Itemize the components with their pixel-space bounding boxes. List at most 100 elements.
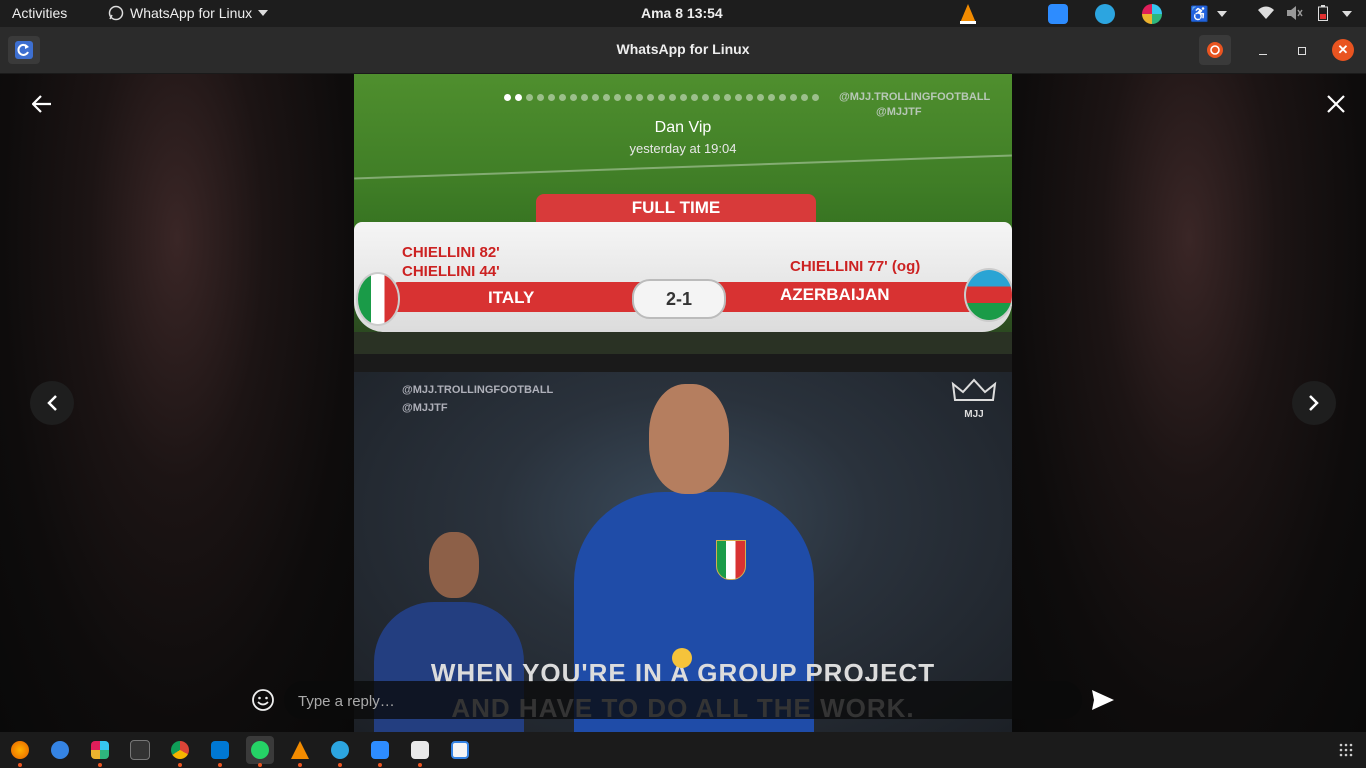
window-title-bar: WhatsApp for Linux ✕ (0, 27, 1366, 74)
progress-segment (614, 94, 621, 101)
running-indicator (258, 763, 262, 767)
next-status-button[interactable] (1292, 381, 1336, 425)
previous-status-button[interactable] (30, 381, 74, 425)
zoom-icon (371, 741, 389, 759)
maximize-icon (1298, 47, 1306, 55)
zoom-tray-icon[interactable] (1048, 4, 1068, 24)
progress-segment (812, 94, 819, 101)
image-gap (354, 354, 1012, 372)
away-scorer: CHIELLINI 77' (og) (790, 258, 921, 275)
accessibility-icon[interactable]: ♿ (1190, 5, 1209, 23)
dock-files[interactable] (406, 736, 434, 767)
dock-help[interactable] (46, 736, 74, 764)
ubuntu-indicator-button[interactable] (1199, 35, 1231, 65)
dock-firefox[interactable] (6, 736, 34, 767)
dock-telegram[interactable] (326, 736, 354, 767)
running-indicator (18, 763, 22, 767)
smiley-icon (252, 689, 274, 711)
running-indicator (298, 763, 302, 767)
help-icon (51, 741, 69, 759)
watermark-top: @MJJ.TROLLINGFOOTBALL (839, 87, 990, 105)
slack-tray-icon[interactable] (1142, 4, 1162, 24)
back-button[interactable] (30, 92, 54, 116)
progress-segment (702, 94, 709, 101)
dock-chrome[interactable] (166, 736, 194, 767)
progress-segment (779, 94, 786, 101)
progress-segment (625, 94, 632, 101)
progress-segment (746, 94, 753, 101)
whatsapp-icon (108, 5, 124, 21)
progress-segment (724, 94, 731, 101)
vlc-tray-icon[interactable] (958, 3, 978, 28)
taskbar-dock (0, 732, 1366, 768)
chevron-down-icon (258, 10, 269, 16)
minimize-icon (1259, 53, 1267, 55)
progress-segment (790, 94, 797, 101)
sender-name: Dan Vip (654, 119, 712, 136)
show-applications-button[interactable] (1332, 736, 1360, 764)
chrome-icon (171, 741, 189, 759)
watermark-twitter-top: @MJJTF (876, 106, 922, 118)
text-editor-icon (451, 741, 469, 759)
firefox-icon (11, 741, 29, 759)
clock[interactable]: Ama 8 13:54 (641, 5, 723, 21)
match-score: 2-1 (632, 279, 726, 319)
dock-whatsapp[interactable] (246, 736, 274, 767)
arrow-left-icon (32, 95, 51, 113)
maximize-button[interactable] (1292, 41, 1312, 61)
dock-terminal[interactable] (126, 736, 154, 764)
chevron-right-icon (1309, 395, 1319, 411)
battery-icon[interactable] (1318, 5, 1328, 24)
volume-icon[interactable] (1287, 6, 1303, 23)
home-scorer-1: CHIELLINI 82' (402, 244, 500, 261)
dock-text-editor[interactable] (446, 736, 474, 764)
slack-icon (91, 741, 109, 759)
progress-segment (581, 94, 588, 101)
full-time-banner: FULL TIME (536, 194, 816, 222)
dock-vlc[interactable] (286, 736, 314, 767)
app-menu[interactable]: WhatsApp for Linux (108, 5, 269, 21)
pitch-line (354, 154, 1012, 180)
pitch-crowd-strip (354, 332, 1012, 354)
wifi-icon[interactable] (1258, 6, 1274, 23)
dock-zoom[interactable] (366, 736, 394, 767)
minimize-button[interactable] (1253, 41, 1273, 61)
reply-input[interactable] (296, 681, 1060, 721)
close-icon: ✕ (1337, 42, 1349, 57)
app-menu-label: WhatsApp for Linux (130, 5, 253, 21)
progress-segment (735, 94, 742, 101)
progress-segment (570, 94, 577, 101)
progress-segment (559, 94, 566, 101)
emoji-button[interactable] (250, 687, 276, 713)
progress-segment (636, 94, 643, 101)
system-menu-chevron-icon[interactable] (1342, 11, 1352, 17)
running-indicator (338, 763, 342, 767)
activities-button[interactable]: Activities (12, 5, 67, 21)
watermark-twitter-bottom: @MJJTF (402, 402, 448, 414)
running-indicator (218, 763, 222, 767)
azerbaijan-flag (964, 268, 1012, 322)
laughing-emoji-icon (672, 648, 692, 668)
vscode-icon (211, 741, 229, 759)
mjj-logo-text: MJJ (964, 409, 984, 420)
dock-slack[interactable] (86, 736, 114, 767)
send-button[interactable] (1089, 687, 1117, 713)
progress-segment (504, 94, 511, 101)
progress-segment (537, 94, 544, 101)
progress-segment (713, 94, 720, 101)
progress-segment (680, 94, 687, 101)
progress-segment (592, 94, 599, 101)
close-viewer-button[interactable] (1324, 92, 1348, 116)
window-title: WhatsApp for Linux (616, 41, 750, 57)
status-image[interactable]: FULL TIME CHIELLINI 82' CHIELLINI 44' CH… (354, 74, 1012, 732)
telegram-tray-icon[interactable] (1095, 4, 1115, 24)
close-window-button[interactable]: ✕ (1332, 39, 1354, 61)
progress-segment (548, 94, 555, 101)
progress-segment (658, 94, 665, 101)
progress-segment (603, 94, 610, 101)
progress-segment (757, 94, 764, 101)
main-player-head (649, 384, 729, 494)
running-indicator (178, 763, 182, 767)
dock-vscode[interactable] (206, 736, 234, 767)
accessibility-menu-chevron-icon[interactable] (1217, 11, 1227, 17)
